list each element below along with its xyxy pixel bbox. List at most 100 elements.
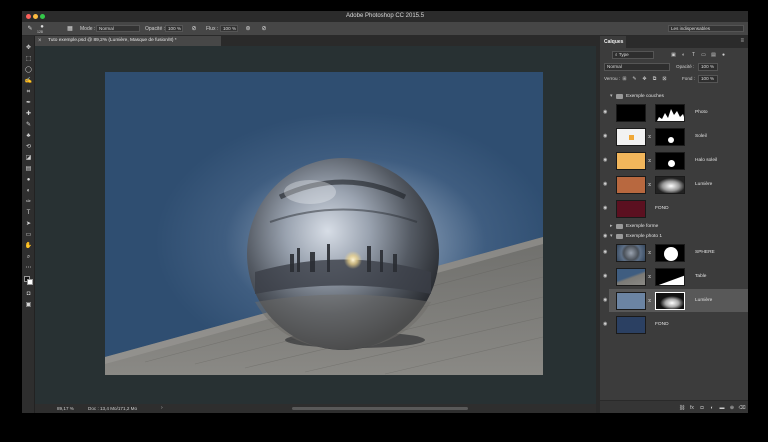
link-icon[interactable]: ⧖ bbox=[648, 298, 651, 303]
eye-icon[interactable]: ◉ bbox=[603, 205, 607, 211]
screen-mode-icon[interactable]: ▣ bbox=[24, 301, 33, 310]
eraser-tool-icon[interactable]: ◪ bbox=[24, 154, 33, 163]
lock-position-icon[interactable]: ✥ bbox=[641, 75, 648, 83]
zoom-tool-icon[interactable]: ⌕ bbox=[24, 253, 33, 262]
mask-thumbnail bbox=[655, 268, 685, 286]
layer-filter-select[interactable]: ⌕ Type bbox=[612, 51, 654, 59]
adjustment-layer-icon[interactable]: ◐ bbox=[708, 404, 716, 412]
filter-toggle-icon[interactable]: ● bbox=[720, 51, 727, 59]
move-tool-icon[interactable]: ✥ bbox=[24, 44, 33, 53]
zoom-level[interactable]: 89,17 % bbox=[57, 406, 74, 411]
link-layers-icon[interactable]: ⛓ bbox=[678, 404, 686, 412]
new-group-icon[interactable]: ▬ bbox=[718, 404, 726, 412]
eye-icon[interactable]: ◉ bbox=[603, 249, 607, 255]
brush-tool-preset-icon[interactable]: ✎ bbox=[26, 25, 34, 33]
link-icon[interactable]: ⧖ bbox=[648, 182, 651, 187]
layer-name: FOND bbox=[655, 322, 669, 327]
layer-fond-photo[interactable]: ◉ FOND bbox=[603, 313, 748, 336]
layer-name: Lumière bbox=[695, 298, 713, 303]
healing-brush-tool-icon[interactable]: ✚ bbox=[24, 110, 33, 119]
hand-tool-icon[interactable]: ✋ bbox=[24, 242, 33, 251]
link-icon[interactable]: ⧖ bbox=[648, 158, 651, 163]
eye-icon[interactable]: ◉ bbox=[603, 157, 607, 163]
quick-mask-icon[interactable]: ◘ bbox=[24, 290, 33, 299]
filter-pixel-icon[interactable]: ▣ bbox=[670, 51, 677, 59]
more-tools-icon[interactable]: ⋯ bbox=[24, 264, 33, 273]
gradient-tool-icon[interactable]: ▤ bbox=[24, 165, 33, 174]
flow-input[interactable]: 100 % bbox=[220, 25, 238, 32]
panel-menu-icon[interactable]: ≡ bbox=[740, 38, 744, 44]
layer-sphere[interactable]: ◉ ⧖ SPHERE bbox=[603, 241, 748, 264]
layers-tab[interactable]: Calques bbox=[600, 36, 626, 48]
path-selection-tool-icon[interactable]: ➤ bbox=[24, 220, 33, 229]
lock-artboard-icon[interactable]: ⧉ bbox=[651, 75, 658, 83]
airbrush-icon[interactable]: ⊛ bbox=[244, 25, 252, 33]
document-size-info[interactable]: Doc : 13,4 Mo/171,2 Mo bbox=[88, 406, 137, 411]
layer-table[interactable]: ◉ ⧖ Table bbox=[603, 265, 748, 288]
clone-stamp-tool-icon[interactable]: ♣ bbox=[24, 132, 33, 141]
document-tab[interactable]: × Tuto exemple.psd @ 89,2% (Lumière, Mas… bbox=[35, 36, 221, 46]
filter-adjustment-icon[interactable]: ◐ bbox=[680, 51, 687, 59]
layer-fond[interactable]: ◉ FOND bbox=[603, 197, 748, 220]
quick-select-tool-icon[interactable]: ✍ bbox=[24, 77, 33, 86]
dodge-tool-icon[interactable]: ◐ bbox=[24, 187, 33, 196]
pen-tool-icon[interactable]: ✑ bbox=[24, 198, 33, 207]
blend-mode-select[interactable]: Normal bbox=[604, 63, 670, 71]
workspace-select[interactable]: Les indispensables bbox=[668, 25, 744, 32]
layers-list[interactable]: ▾ Exemple couches ◉ Photo ◉ ⧖ Soleil ◉ ⧖… bbox=[600, 92, 748, 397]
lock-transparent-icon[interactable]: ⊞ bbox=[621, 75, 628, 83]
close-tab-icon[interactable]: × bbox=[38, 36, 42, 46]
layer-fill-input[interactable]: 100 % bbox=[698, 75, 718, 83]
marquee-tool-icon[interactable]: ⬚ bbox=[24, 55, 33, 64]
layer-opacity-input[interactable]: 100 % bbox=[698, 63, 718, 71]
eye-icon[interactable]: ◉ bbox=[603, 109, 607, 115]
lasso-tool-icon[interactable]: ◯ bbox=[24, 66, 33, 75]
document-canvas[interactable] bbox=[105, 72, 543, 375]
trash-icon[interactable]: ⌫ bbox=[738, 404, 746, 412]
group-expand-arrow[interactable]: ▾ bbox=[610, 233, 613, 239]
blur-tool-icon[interactable]: ● bbox=[24, 176, 33, 185]
brush-tool-icon[interactable]: ✎ bbox=[24, 121, 33, 130]
fx-icon[interactable]: fx bbox=[688, 404, 696, 412]
status-menu-arrow[interactable]: › bbox=[161, 405, 163, 411]
eye-icon[interactable]: ◉ bbox=[603, 181, 607, 187]
lock-all-icon[interactable]: ⊠ bbox=[661, 75, 668, 83]
eye-icon[interactable]: ◉ bbox=[603, 297, 607, 303]
rectangle-tool-icon[interactable]: ▭ bbox=[24, 231, 33, 240]
link-icon[interactable]: ⧖ bbox=[648, 274, 651, 279]
filter-type-icon[interactable]: T bbox=[690, 51, 697, 59]
group-expand-arrow[interactable]: ▾ bbox=[610, 93, 613, 99]
history-brush-tool-icon[interactable]: ⟲ bbox=[24, 143, 33, 152]
color-swatches[interactable] bbox=[24, 276, 34, 286]
background-color-swatch[interactable] bbox=[27, 279, 33, 285]
new-layer-icon[interactable]: ⊕ bbox=[728, 404, 736, 412]
group-collapse-arrow[interactable]: ▸ bbox=[610, 223, 613, 229]
eye-icon[interactable]: ◉ bbox=[603, 273, 607, 279]
layer-soleil[interactable]: ◉ ⧖ Soleil bbox=[603, 125, 748, 148]
link-icon[interactable]: ⧖ bbox=[648, 134, 651, 139]
layer-lumiere-selected[interactable]: ◉ ⧖ Lumière bbox=[603, 289, 748, 312]
crop-tool-icon[interactable]: ⌗ bbox=[24, 88, 33, 97]
link-icon[interactable]: ⧖ bbox=[648, 250, 651, 255]
layer-group-forme[interactable]: ▸ Exemple forme bbox=[609, 222, 748, 232]
canvas-area[interactable] bbox=[35, 46, 596, 404]
horizontal-scrollbar[interactable] bbox=[292, 407, 468, 410]
pressure-size-icon[interactable]: ⊘ bbox=[260, 25, 268, 33]
eye-icon[interactable]: ◉ bbox=[603, 233, 607, 239]
mode-select[interactable]: Normal bbox=[96, 25, 140, 32]
opacity-input[interactable]: 100 % bbox=[165, 25, 183, 32]
eye-icon[interactable]: ◉ bbox=[603, 321, 607, 327]
layer-photo[interactable]: ◉ Photo bbox=[603, 101, 748, 124]
filter-shape-icon[interactable]: ▭ bbox=[700, 51, 707, 59]
lock-image-icon[interactable]: ✎ bbox=[631, 75, 638, 83]
type-tool-icon[interactable]: T bbox=[24, 209, 33, 218]
brush-panel-icon[interactable]: ▦ bbox=[66, 25, 74, 33]
eye-icon[interactable]: ◉ bbox=[603, 133, 607, 139]
mask-thumbnail bbox=[655, 176, 685, 194]
layer-lumiere[interactable]: ◉ ⧖ Lumière bbox=[603, 173, 748, 196]
pressure-opacity-icon[interactable]: ⊘ bbox=[190, 25, 198, 33]
add-mask-icon[interactable]: ◘ bbox=[698, 404, 706, 412]
eyedropper-tool-icon[interactable]: ✒ bbox=[24, 99, 33, 108]
layer-halo-soleil[interactable]: ◉ ⧖ Halo soleil bbox=[603, 149, 748, 172]
filter-smart-object-icon[interactable]: ▤ bbox=[710, 51, 717, 59]
